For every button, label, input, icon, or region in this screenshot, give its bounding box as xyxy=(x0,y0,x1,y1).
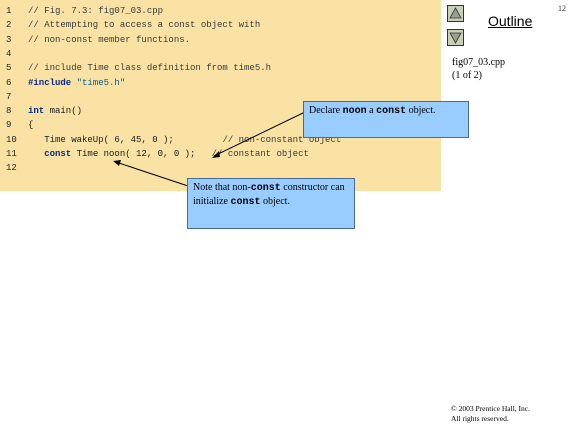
callout-text: a xyxy=(366,105,377,116)
arrowhead-noon-declaration xyxy=(212,151,220,158)
copyright: © 2003 Prentice Hall, Inc. All rights re… xyxy=(451,404,530,424)
callout-code: const xyxy=(250,183,281,194)
file-part: (1 of 2) xyxy=(452,70,482,81)
triangle-up-icon xyxy=(449,7,462,19)
callout-code: noon xyxy=(342,106,367,117)
callout-text: object. xyxy=(260,196,290,207)
callout-text: Declare xyxy=(309,105,343,116)
page-number: 12 xyxy=(558,4,566,13)
callout-text: Note that non- xyxy=(193,182,251,193)
callout-code: const xyxy=(230,197,261,208)
arrow-to-constructor xyxy=(115,161,189,187)
copyright-line-1: © 2003 Prentice Hall, Inc. xyxy=(451,404,531,413)
callout-text: object. xyxy=(406,105,436,116)
callout-declare-noon: Declare noon a const object. xyxy=(303,101,469,138)
arrow-to-noon-declaration xyxy=(213,111,306,157)
outline-up-button[interactable] xyxy=(447,5,464,22)
arrowhead-constructor xyxy=(113,160,121,166)
outline-link[interactable]: Outline xyxy=(488,13,532,29)
file-info: fig07_03.cpp (1 of 2) xyxy=(452,56,505,82)
outline-down-button[interactable] xyxy=(447,29,464,46)
copyright-line-2: All rights reserved. xyxy=(451,414,509,423)
callout-nonconst-constructor: Note that non-const constructor can init… xyxy=(187,178,355,229)
file-name: fig07_03.cpp xyxy=(452,57,506,68)
callout-code: const xyxy=(376,106,407,117)
triangle-down-icon xyxy=(449,32,462,44)
